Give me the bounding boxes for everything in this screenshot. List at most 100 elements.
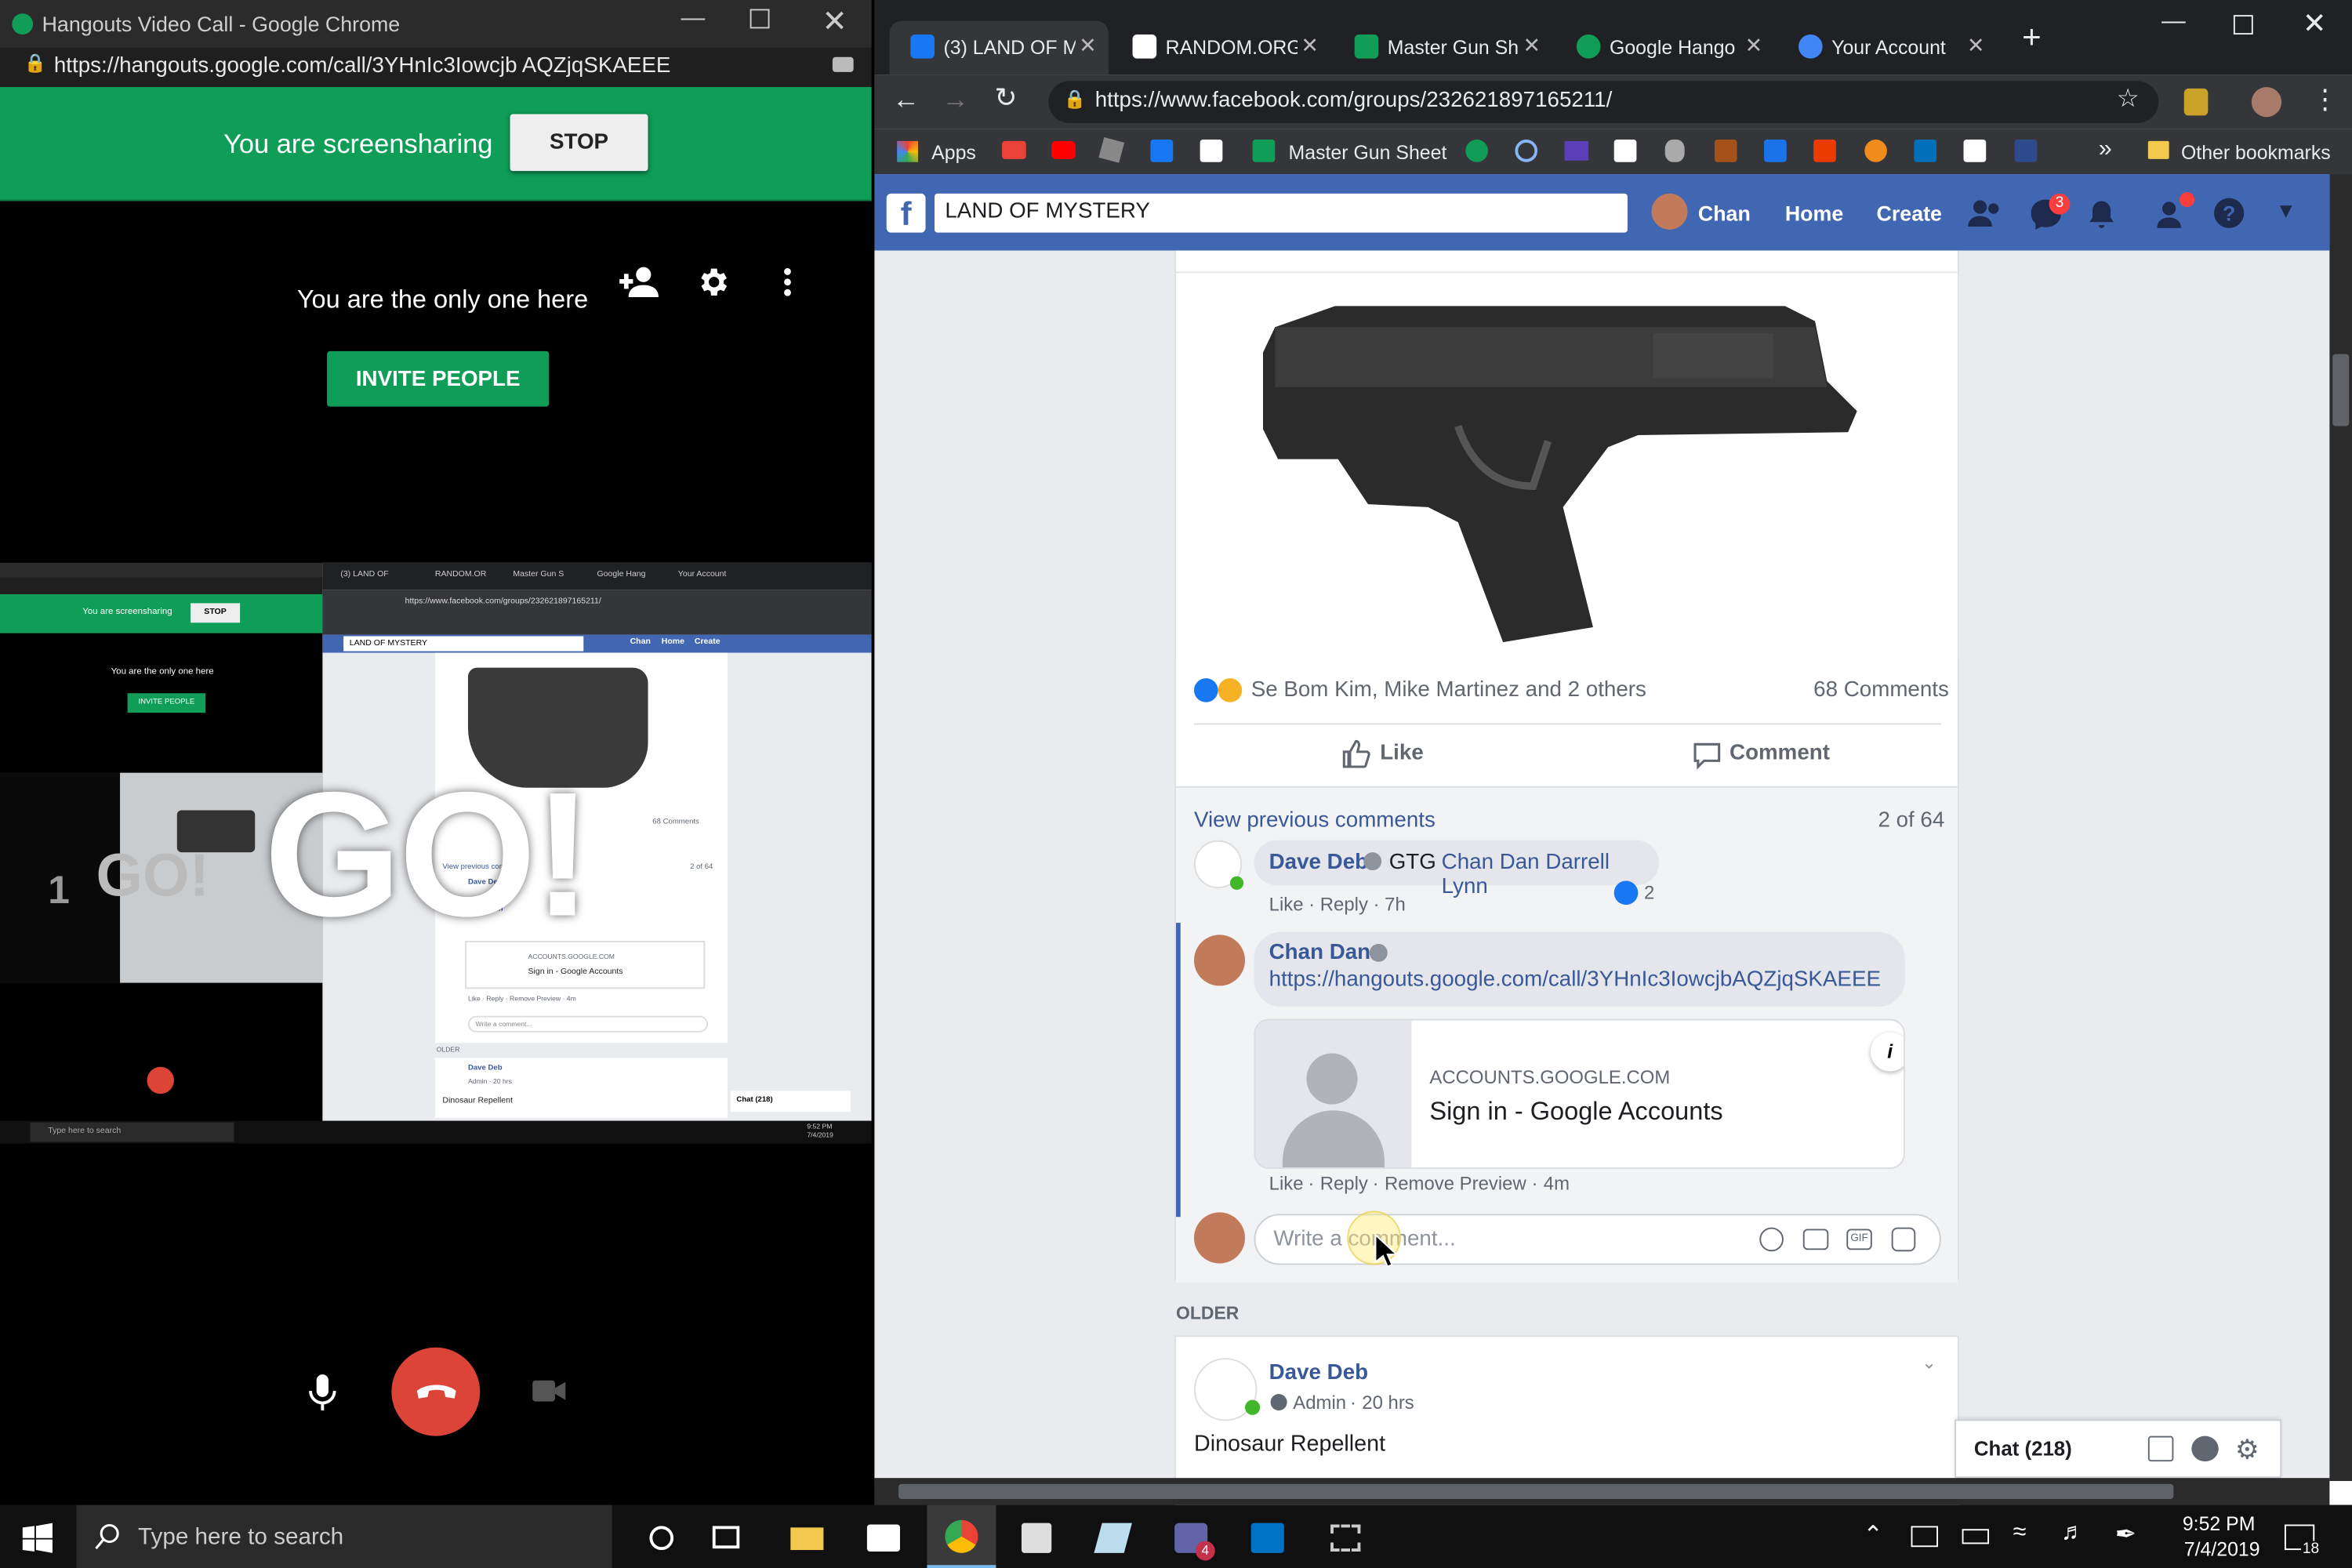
post-time[interactable]: 20 hrs bbox=[1362, 1392, 1414, 1414]
create-link[interactable]: Create bbox=[1877, 201, 1942, 225]
minimize-icon[interactable]: — bbox=[2161, 9, 2186, 35]
emoji-icon[interactable] bbox=[1759, 1227, 1784, 1252]
hangouts-url[interactable]: https://hangouts.google.com/call/3YHnIc3… bbox=[54, 54, 670, 78]
volume-icon[interactable]: ♬ bbox=[2061, 1520, 2085, 1547]
profile-avatar[interactable] bbox=[2251, 87, 2282, 118]
post-image[interactable] bbox=[1176, 271, 1958, 659]
post-options-icon[interactable]: ⌄ bbox=[1922, 1352, 1936, 1373]
close-icon[interactable]: ✕ bbox=[1301, 33, 1318, 59]
horizontal-scrollbar[interactable] bbox=[874, 1478, 2330, 1505]
home-link[interactable]: Home bbox=[1785, 201, 1843, 225]
other-bookmarks[interactable]: Other bookmarks bbox=[2181, 141, 2331, 164]
notifications-bell-icon[interactable] bbox=[2086, 200, 2116, 230]
dropdown-arrow-icon[interactable]: ▼ bbox=[2275, 198, 2296, 223]
file-explorer-icon[interactable] bbox=[790, 1527, 824, 1551]
sheets-icon[interactable] bbox=[1252, 139, 1276, 162]
apps-grid-icon[interactable] bbox=[897, 140, 918, 162]
bookmark-icon[interactable] bbox=[1714, 139, 1737, 162]
scroll-thumb[interactable] bbox=[2332, 354, 2350, 426]
close-icon[interactable]: ✕ bbox=[1745, 33, 1762, 59]
tab-random-org[interactable]: RANDOM.ORG ✕ bbox=[1112, 21, 1330, 75]
sticker-icon[interactable] bbox=[1891, 1227, 1916, 1252]
vertical-scrollbar[interactable] bbox=[2329, 174, 2352, 1482]
pen-icon[interactable]: ✒ bbox=[2115, 1520, 2136, 1550]
bookmark-apps[interactable]: Apps bbox=[931, 141, 976, 164]
close-icon[interactable]: ✕ bbox=[1523, 33, 1541, 59]
comment-actions[interactable]: Like · Reply · 7h bbox=[1269, 895, 1406, 916]
task-view-icon[interactable] bbox=[712, 1526, 740, 1549]
account-icon[interactable] bbox=[1515, 139, 1538, 162]
add-person-icon[interactable] bbox=[618, 264, 660, 300]
facebook-search-input[interactable]: LAND OF MYSTERY bbox=[934, 193, 1628, 233]
amazon-icon[interactable] bbox=[1613, 139, 1637, 162]
tab-google-hangouts[interactable]: Google Hango ✕ bbox=[1555, 21, 1774, 75]
bookmark-icon[interactable] bbox=[1864, 139, 1887, 162]
calculator-icon[interactable] bbox=[1021, 1523, 1052, 1553]
profile-link[interactable]: Chan bbox=[1698, 201, 1751, 225]
end-call-button[interactable] bbox=[391, 1347, 481, 1436]
outlook-icon[interactable] bbox=[1250, 1523, 1284, 1553]
stop-sharing-button[interactable]: STOP bbox=[510, 114, 648, 172]
more-vert-icon[interactable] bbox=[780, 267, 795, 300]
comments-count[interactable]: 68 Comments bbox=[1813, 678, 1949, 702]
close-icon[interactable]: ✕ bbox=[822, 3, 847, 41]
close-icon[interactable]: ✕ bbox=[1967, 33, 1984, 59]
bookmark-icon[interactable] bbox=[1963, 139, 1987, 162]
commenter-avatar[interactable] bbox=[1193, 935, 1246, 986]
apple-icon[interactable] bbox=[1664, 139, 1685, 162]
friends-icon[interactable] bbox=[1968, 198, 2004, 228]
comment-author[interactable]: Dave Deb bbox=[1269, 851, 1368, 875]
paypal-icon[interactable] bbox=[1914, 139, 1937, 162]
microphone-icon[interactable] bbox=[306, 1371, 339, 1414]
gif-icon[interactable]: GIF bbox=[1846, 1229, 1872, 1250]
chat-label[interactable]: Chat (218) bbox=[1974, 1438, 2072, 1461]
chat-sidebar-bar[interactable]: Chat (218) ⚙ bbox=[1955, 1419, 2282, 1479]
gear-icon[interactable] bbox=[695, 264, 731, 300]
taskbar-search-box[interactable]: Type here to search bbox=[76, 1504, 612, 1568]
forward-icon[interactable]: → bbox=[942, 84, 969, 115]
clock-time[interactable]: 9:52 PM bbox=[2183, 1512, 2256, 1535]
gear-icon[interactable]: ⚙ bbox=[2235, 1435, 2259, 1466]
video-camera-icon[interactable] bbox=[531, 1376, 567, 1406]
facebook-icon[interactable] bbox=[1150, 139, 1174, 162]
store-icon[interactable] bbox=[866, 1524, 900, 1552]
chevron-up-icon[interactable]: ⌃ bbox=[1863, 1520, 1883, 1550]
camera-icon[interactable] bbox=[1802, 1229, 1829, 1250]
bookmark-master-gun-sheet[interactable]: Master Gun Sheet bbox=[1289, 141, 1447, 164]
maximize-icon[interactable] bbox=[750, 9, 770, 29]
bookmark-icon[interactable] bbox=[2014, 139, 2038, 162]
chrome-taskbar-item[interactable] bbox=[927, 1504, 996, 1568]
youtube-icon[interactable] bbox=[1051, 140, 1076, 159]
gmail-icon[interactable] bbox=[1002, 140, 1026, 159]
display-icon[interactable] bbox=[1911, 1526, 1938, 1548]
post-author[interactable]: Dave Deb bbox=[1269, 1361, 1368, 1385]
comment-link[interactable]: https://hangouts.google.com/call/3YHnIc3… bbox=[1269, 967, 1881, 992]
snipping-tool-icon[interactable] bbox=[1330, 1524, 1361, 1552]
address-bar[interactable]: 🔒 https://www.facebook.com/groups/232621… bbox=[1048, 81, 2159, 123]
camera-indicator-icon[interactable] bbox=[832, 56, 854, 72]
extension-icon[interactable] bbox=[2183, 88, 2209, 116]
tab-your-account[interactable]: Your Account ✕ bbox=[1777, 21, 1996, 75]
address-url[interactable]: https://www.facebook.com/groups/23262189… bbox=[1095, 89, 1613, 113]
help-icon[interactable]: ? bbox=[2214, 198, 2245, 228]
bookmark-star-icon[interactable]: ☆ bbox=[2117, 84, 2140, 114]
reply-action[interactable]: Reply bbox=[1320, 1174, 1368, 1195]
link-preview-card[interactable]: ACCOUNTS.GOOGLE.COM Sign in - Google Acc… bbox=[1254, 1018, 1905, 1169]
random-org-icon[interactable] bbox=[1200, 139, 1223, 162]
remove-preview-action[interactable]: Remove Preview bbox=[1385, 1174, 1526, 1195]
scroll-thumb[interactable] bbox=[898, 1483, 2174, 1499]
bookmark-icon[interactable] bbox=[1564, 140, 1589, 161]
back-icon[interactable]: ← bbox=[892, 84, 919, 115]
roblox-icon[interactable] bbox=[1098, 136, 1125, 163]
new-message-icon[interactable] bbox=[2147, 1436, 2174, 1462]
battery-icon[interactable] bbox=[1962, 1529, 1990, 1544]
snip-icon[interactable] bbox=[1094, 1523, 1132, 1553]
clock-date[interactable]: 7/4/2019 bbox=[2184, 1538, 2260, 1561]
tab-master-gun-sheet[interactable]: Master Gun Sh ✕ bbox=[1334, 21, 1552, 75]
close-window-icon[interactable]: ✕ bbox=[2303, 8, 2326, 42]
user-avatar[interactable] bbox=[1651, 193, 1688, 230]
new-tab-icon[interactable]: + bbox=[2022, 18, 2042, 57]
close-icon[interactable]: ✕ bbox=[1079, 33, 1096, 59]
cortana-icon[interactable] bbox=[649, 1526, 674, 1551]
reload-icon[interactable]: ↻ bbox=[995, 82, 1018, 114]
